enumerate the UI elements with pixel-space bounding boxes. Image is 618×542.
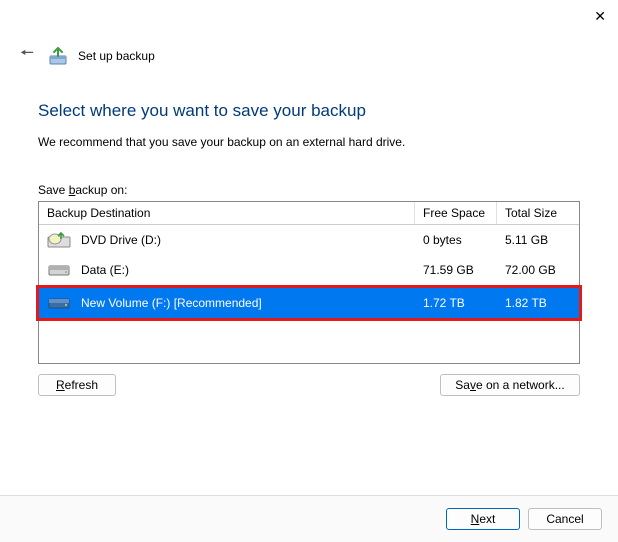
dvd-drive-icon: [47, 231, 71, 249]
col-header-destination[interactable]: Backup Destination: [39, 202, 415, 224]
drive-row[interactable]: Data (E:) 71.59 GB 72.00 GB: [39, 255, 579, 285]
hdd-drive-icon: [47, 261, 71, 279]
save-on-network-button[interactable]: Save on a network...: [440, 374, 580, 396]
drive-free: 1.72 TB: [415, 296, 497, 310]
wizard-header: 🠔 Set up backup: [0, 0, 618, 71]
col-header-total[interactable]: Total Size: [497, 202, 579, 224]
backup-icon: [48, 46, 68, 66]
drive-total: 72.00 GB: [497, 263, 579, 277]
drive-total: 5.11 GB: [497, 233, 579, 247]
drive-row[interactable]: DVD Drive (D:) 0 bytes 5.11 GB: [39, 225, 579, 255]
next-button[interactable]: Next: [446, 508, 520, 530]
grid-header: Backup Destination Free Space Total Size: [39, 202, 579, 225]
page-heading: Select where you want to save your backu…: [38, 101, 580, 121]
hdd-drive-icon: [47, 294, 71, 312]
drive-name: Data (E:): [81, 263, 129, 277]
drive-free: 71.59 GB: [415, 263, 497, 277]
save-prompt: Save backup on:: [38, 183, 580, 197]
col-header-free[interactable]: Free Space: [415, 202, 497, 224]
drive-list: Backup Destination Free Space Total Size…: [38, 201, 580, 364]
drive-name: New Volume (F:) [Recommended]: [81, 296, 262, 310]
drive-free: 0 bytes: [415, 233, 497, 247]
cancel-button[interactable]: Cancel: [528, 508, 602, 530]
close-icon[interactable]: ✕: [594, 8, 606, 24]
page-subtext: We recommend that you save your backup o…: [38, 135, 580, 149]
back-arrow-icon[interactable]: 🠔: [16, 40, 38, 71]
drive-name: DVD Drive (D:): [81, 233, 161, 247]
drive-row[interactable]: New Volume (F:) [Recommended] 1.72 TB 1.…: [39, 288, 579, 318]
refresh-button[interactable]: Refresh: [38, 374, 116, 396]
selection-highlight: New Volume (F:) [Recommended] 1.72 TB 1.…: [36, 285, 582, 321]
window-title: Set up backup: [78, 49, 155, 63]
wizard-footer: Next Cancel: [0, 495, 618, 542]
drive-total: 1.82 TB: [497, 296, 579, 310]
